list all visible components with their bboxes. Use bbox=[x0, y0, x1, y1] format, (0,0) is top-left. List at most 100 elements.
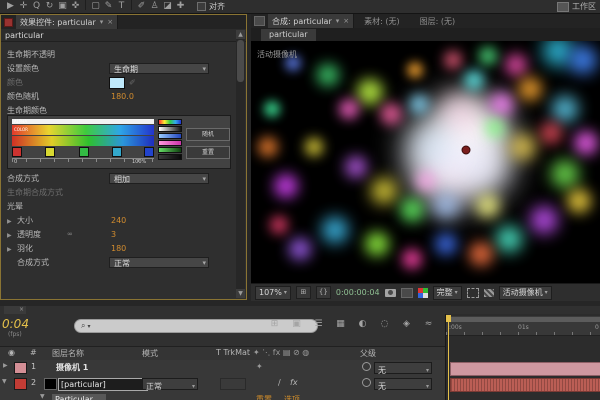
gradient-stop[interactable] bbox=[45, 147, 55, 157]
hide-shy-layers-icon[interactable]: ☰ bbox=[312, 319, 325, 329]
glow-opacity-value[interactable]: 3 bbox=[111, 228, 116, 241]
gradient-randomize-button[interactable]: 随机 bbox=[186, 128, 230, 141]
color-swatch[interactable] bbox=[109, 77, 125, 89]
timeline-track-lane[interactable]: :00s 01s 0 bbox=[445, 314, 600, 400]
layer-collapse-icon[interactable]: ▼ bbox=[2, 378, 7, 385]
puppet-pin-tool-icon[interactable]: ✚ bbox=[174, 0, 187, 13]
composition-mini-flowchart-icon[interactable]: ⊞ bbox=[268, 319, 281, 329]
glow-size-value[interactable]: 240 bbox=[111, 214, 126, 227]
mode-column-header[interactable]: 模式 bbox=[142, 348, 158, 359]
effect-row-name[interactable]: Particular bbox=[52, 394, 106, 400]
parent-dropdown[interactable]: 无 ▾ bbox=[374, 362, 432, 375]
parent-pickwhip-icon[interactable] bbox=[362, 362, 371, 371]
group-collapse-icon[interactable]: ▼ bbox=[40, 393, 45, 400]
gradient-color-bar[interactable] bbox=[12, 125, 154, 135]
composition-tab[interactable]: 合成: particular ▾ × bbox=[268, 14, 355, 28]
layer-bar-camera[interactable] bbox=[450, 362, 600, 376]
scroll-down-icon[interactable]: ▼ bbox=[236, 289, 245, 298]
auto-keyframe-icon[interactable]: ◈ bbox=[400, 319, 413, 329]
color-random-value[interactable]: 180.0 bbox=[111, 90, 134, 103]
parent-column-header[interactable]: 父级 bbox=[360, 348, 376, 359]
resolution-dropdown[interactable]: 完整 ▾ bbox=[432, 285, 462, 300]
tab-close-icon[interactable]: × bbox=[19, 306, 24, 313]
viewer-canvas[interactable]: 活动摄像机 bbox=[251, 41, 600, 283]
time-ruler[interactable]: :00s 01s 0 bbox=[446, 322, 600, 336]
effect-panel-scrollbar[interactable]: ▲ ▼ bbox=[236, 30, 245, 298]
row-opacity-over-life[interactable]: 生命期不透明 bbox=[1, 48, 233, 61]
tab-close-icon[interactable]: × bbox=[343, 17, 349, 25]
effect-name-header[interactable]: particular bbox=[1, 29, 246, 42]
disclosure-icon[interactable]: ▶ bbox=[7, 229, 12, 242]
selection-tool-icon[interactable]: ▶ bbox=[4, 0, 17, 13]
disclosure-icon[interactable]: ▶ bbox=[7, 215, 12, 228]
layer-rename-input[interactable] bbox=[58, 378, 148, 391]
footage-tab[interactable]: 素材: (无) bbox=[354, 16, 409, 27]
layer-row-particular[interactable]: ▼ 2 正常 ▾ ∕ fx 无 ▾ bbox=[0, 376, 445, 393]
tab-menu-caret-icon[interactable]: ▾ bbox=[100, 18, 104, 26]
frame-blending-icon[interactable]: ▦ bbox=[334, 319, 347, 329]
pan-behind-tool-icon[interactable]: ✜ bbox=[69, 0, 82, 13]
scroll-up-icon[interactable]: ▲ bbox=[236, 30, 245, 39]
text-tool-icon[interactable]: T bbox=[115, 0, 128, 13]
magnification-dropdown[interactable]: 107% ▾ bbox=[255, 285, 291, 300]
snapshot-icon[interactable] bbox=[384, 288, 396, 297]
disclosure-icon[interactable]: ▶ bbox=[7, 243, 12, 256]
gradient-stop[interactable] bbox=[79, 147, 89, 157]
rotate-tool-icon[interactable]: ↻ bbox=[43, 0, 56, 13]
layer-bar-particular[interactable] bbox=[450, 378, 600, 392]
color-over-life-gradient-editor[interactable]: ALPHA COLOR 0 100% 随机 重置 bbox=[7, 115, 231, 169]
workspace-control[interactable]: 工作区 bbox=[557, 1, 596, 12]
effect-group-row[interactable]: ▼ Particular 重置 选项.. bbox=[0, 392, 445, 400]
eyedropper-icon[interactable]: ✐ bbox=[129, 76, 136, 89]
mask-visibility-icon[interactable]: {} bbox=[315, 286, 331, 299]
layer-tab[interactable]: 图层: (无) bbox=[410, 16, 465, 27]
layer-row-camera[interactable]: ▶ 1 摄像机 1 ✦ 无 ▾ bbox=[0, 360, 445, 377]
gradient-stop[interactable] bbox=[12, 147, 22, 157]
motion-blur-icon[interactable]: ◐ bbox=[356, 319, 369, 329]
timeline-tab-stub[interactable]: × bbox=[4, 306, 26, 314]
breadcrumb[interactable]: particular bbox=[261, 29, 316, 41]
scrollbar-thumb[interactable] bbox=[237, 40, 244, 82]
effect-controls-tab[interactable]: 效果控件: particular ▾ × bbox=[16, 15, 119, 29]
group-glow[interactable]: 光晕 bbox=[1, 200, 233, 213]
layer-label-color[interactable] bbox=[14, 378, 27, 390]
eraser-tool-icon[interactable]: ◪ bbox=[161, 0, 174, 13]
parent-dropdown[interactable]: 无 ▾ bbox=[374, 378, 432, 391]
layer-label-color[interactable] bbox=[14, 362, 27, 374]
draft-3d-icon[interactable]: ▣ bbox=[290, 319, 303, 329]
layer-name[interactable]: 摄像机 1 bbox=[56, 362, 88, 373]
emitter-point[interactable] bbox=[461, 145, 471, 155]
gradient-preset[interactable] bbox=[158, 154, 182, 160]
set-color-dropdown[interactable]: 生命期 ▾ bbox=[109, 63, 209, 74]
zoom-tool-icon[interactable]: Q bbox=[30, 0, 43, 13]
effect-reset-link[interactable]: 重置 bbox=[256, 394, 272, 400]
trkmat-column-header[interactable]: T TrkMat bbox=[216, 348, 250, 357]
camera-tool-icon[interactable]: ▣ bbox=[56, 0, 69, 13]
layer-expand-icon[interactable]: ▶ bbox=[3, 362, 8, 369]
layer-switch-icon[interactable]: ✦ bbox=[256, 362, 263, 371]
current-time-display[interactable]: 0:04 bbox=[2, 317, 29, 331]
grid-options-icon[interactable]: ⊞ bbox=[295, 286, 311, 299]
tab-close-icon[interactable]: × bbox=[107, 18, 113, 26]
transparency-grid-icon[interactable] bbox=[483, 288, 494, 297]
pen-tool-icon[interactable]: ✎ bbox=[102, 0, 115, 13]
gradient-stop[interactable] bbox=[144, 147, 154, 157]
glow-feather-value[interactable]: 180 bbox=[111, 242, 126, 255]
search-options-caret-icon[interactable]: ▾ bbox=[87, 323, 90, 330]
shape-tool-icon[interactable]: ▢ bbox=[89, 0, 102, 13]
brush-tool-icon[interactable]: ✐ bbox=[135, 0, 148, 13]
quality-switch-icon[interactable]: ∕ bbox=[278, 378, 281, 387]
region-of-interest-icon[interactable] bbox=[466, 287, 479, 298]
gradient-reset-button[interactable]: 重置 bbox=[186, 146, 230, 159]
gradient-alpha-bar[interactable] bbox=[12, 119, 154, 124]
gradient-color-bar-2[interactable] bbox=[12, 136, 154, 146]
effects-switch-icon[interactable]: fx bbox=[290, 378, 298, 387]
hand-tool-icon[interactable]: ✛ bbox=[17, 0, 30, 13]
gradient-preset[interactable] bbox=[158, 133, 182, 139]
mode-dropdown[interactable]: 正常 ▾ bbox=[142, 378, 198, 391]
current-time-indicator[interactable] bbox=[448, 316, 449, 400]
align-checkbox[interactable] bbox=[197, 2, 206, 11]
gradient-preset[interactable] bbox=[158, 119, 182, 125]
gradient-stop[interactable] bbox=[112, 147, 122, 157]
channels-icon[interactable] bbox=[417, 287, 428, 298]
